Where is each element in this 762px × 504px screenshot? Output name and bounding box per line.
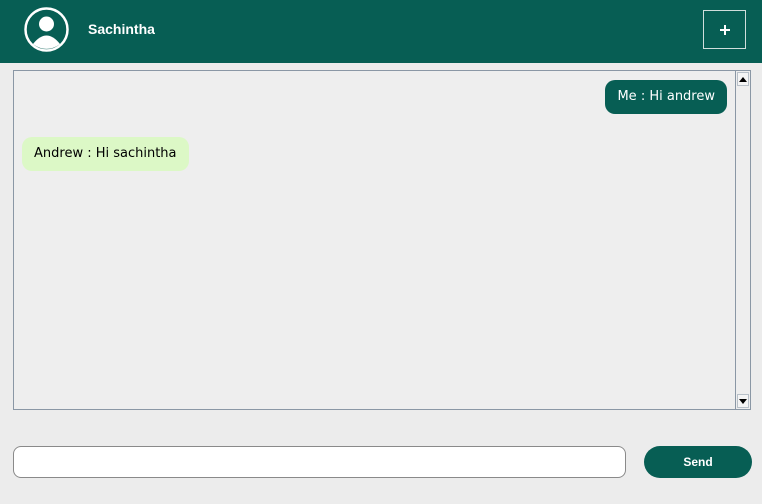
- message-input[interactable]: [13, 446, 626, 478]
- arrow-up-icon: [739, 76, 747, 82]
- add-contact-button[interactable]: [703, 10, 746, 49]
- contact-name: Sachintha: [88, 21, 155, 37]
- scroll-down-button[interactable]: [737, 394, 749, 408]
- scroll-up-button[interactable]: [737, 72, 749, 86]
- chat-header: Sachintha: [0, 0, 762, 63]
- plus-icon: [719, 24, 730, 35]
- user-avatar-icon[interactable]: [24, 7, 69, 52]
- arrow-down-icon: [739, 398, 747, 404]
- incoming-message: Andrew : Hi sachintha: [22, 137, 189, 171]
- outgoing-message: Me : Hi andrew: [605, 80, 727, 114]
- vertical-scrollbar[interactable]: [735, 71, 750, 409]
- message-list[interactable]: Me : Hi andrew Andrew : Hi sachintha: [13, 70, 751, 410]
- send-button[interactable]: Send: [644, 446, 752, 478]
